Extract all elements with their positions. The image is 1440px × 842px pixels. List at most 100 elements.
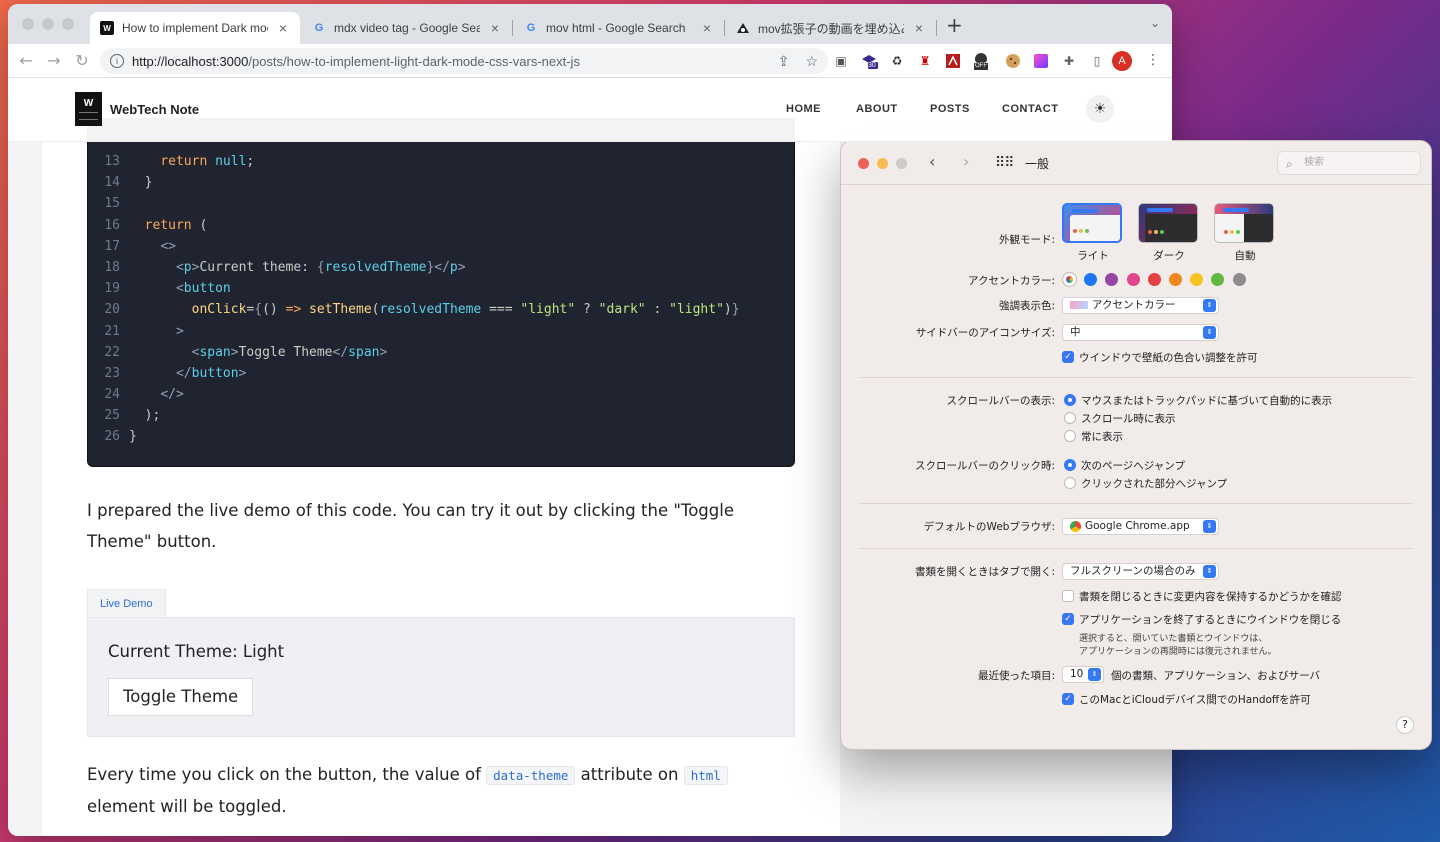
sidebar-icon-size-popup[interactable]: 中 ⇕ — [1062, 324, 1219, 341]
camera-extension-icon[interactable]: ▣ — [832, 52, 850, 70]
jump-clicked-spot-radio[interactable] — [1064, 477, 1076, 489]
accent-swatch[interactable] — [1147, 273, 1161, 286]
code-line: 14 } — [88, 172, 794, 193]
tab-separator — [724, 20, 725, 36]
off-extension-icon[interactable]: OFF — [972, 52, 990, 70]
back-icon[interactable]: ← — [16, 51, 36, 70]
divider — [859, 377, 1413, 378]
jump-next-page-radio[interactable] — [1064, 459, 1076, 471]
reload-icon[interactable]: ↻ — [72, 51, 92, 70]
cookie-extension-icon[interactable] — [1004, 52, 1022, 70]
default-browser-value: Google Chrome.app — [1085, 520, 1190, 532]
para2-text-c: element will be toggled. — [87, 797, 287, 816]
line-code: <button — [175, 281, 231, 297]
site-header: W WebTech Note HOME ABOUT POSTS CONTACT … — [8, 78, 1172, 142]
site-info-icon[interactable]: i — [110, 54, 124, 68]
live-demo-tab[interactable]: Live Demo — [87, 589, 166, 617]
close-tab-icon[interactable]: × — [700, 20, 714, 36]
tab-search-chevron-icon[interactable]: ⌄ — [1150, 16, 1160, 30]
line-number: 19 — [104, 281, 120, 297]
close-window-button[interactable] — [22, 18, 34, 30]
tab-mov-embed[interactable]: mov拡張子の動画を埋め込み再生す × — [726, 12, 936, 44]
appearance-dark[interactable]: ダーク — [1138, 203, 1200, 263]
accent-swatch[interactable] — [1211, 273, 1225, 286]
theme-toggle-sun-icon[interactable]: ☀ — [1086, 95, 1114, 123]
tab-mov-html[interactable]: G mov html - Google Search × — [514, 12, 724, 44]
prefs-back-icon[interactable]: ‹ — [929, 152, 935, 171]
window-controls — [22, 18, 74, 30]
close-tab-icon[interactable]: × — [276, 20, 290, 36]
nav-about[interactable]: ABOUT — [856, 103, 898, 115]
appearance-light[interactable]: ライト — [1062, 203, 1124, 263]
prefs-search-input[interactable]: ⌕ 検索 — [1277, 151, 1421, 175]
divider — [859, 503, 1413, 504]
help-button[interactable]: ? — [1396, 716, 1414, 734]
code-line: 20 onClick={() => setTheme(resolvedTheme… — [88, 299, 794, 320]
toggle-theme-button[interactable]: Toggle Theme — [108, 678, 254, 716]
line-code: } — [129, 175, 153, 191]
ask-keep-changes-checkbox[interactable] — [1062, 590, 1074, 602]
divider — [859, 548, 1413, 549]
appearance-light-label: ライト — [1077, 250, 1109, 262]
site-name[interactable]: WebTech Note — [110, 102, 199, 117]
recycle-extension-icon[interactable]: ♻ — [888, 52, 906, 70]
pdf-extension-icon[interactable] — [944, 52, 962, 70]
bookmark-star-icon[interactable]: ☆ — [805, 53, 818, 70]
google-favicon-icon: G — [314, 22, 324, 34]
address-bar[interactable]: i http://localhost:3000/posts/how-to-imp… — [100, 48, 828, 74]
appearance-auto-label: 自動 — [1234, 250, 1256, 262]
pepper-extension-icon[interactable]: ♜ — [916, 52, 934, 70]
show-all-grid-icon[interactable]: ⠿⠿ — [995, 155, 1014, 171]
scrollbar-when-scrolling-radio[interactable] — [1064, 412, 1076, 424]
code-line: 17 <> — [88, 236, 794, 257]
handoff-label: このMacとiCloudデバイス間でのHandoffを許可 — [1079, 694, 1311, 706]
prefs-close-button[interactable] — [858, 158, 869, 169]
prefs-zoom-button[interactable] — [896, 158, 907, 169]
site-logo[interactable]: W — [75, 92, 102, 126]
accent-swatch[interactable] — [1105, 273, 1119, 286]
new-tab-icon[interactable]: + — [946, 15, 963, 35]
recent-items-popup[interactable]: 10 ⇕ — [1062, 666, 1104, 683]
close-tab-icon[interactable]: × — [488, 20, 502, 36]
scrollbar-auto-radio[interactable] — [1064, 394, 1076, 406]
profile-avatar[interactable]: A — [1112, 51, 1132, 71]
wallpaper-tint-checkbox[interactable]: ✓ — [1062, 351, 1074, 363]
prefs-title: 一般 — [1025, 157, 1050, 171]
tab-title: mdx video tag - Google Search — [334, 21, 480, 35]
prefer-tabs-popup[interactable]: フルスクリーンの場合のみ ⇕ — [1062, 563, 1219, 580]
code-line: 23 </button> — [88, 363, 794, 384]
browser-menu-icon[interactable]: ⋮ — [1146, 52, 1160, 68]
nav-contact[interactable]: CONTACT — [1002, 103, 1058, 115]
zoom-window-button[interactable] — [62, 18, 74, 30]
tab-dark-mode[interactable]: W How to implement Dark mode w × — [90, 12, 300, 44]
gradient-extension-icon[interactable] — [1032, 52, 1050, 70]
accent-swatch[interactable] — [1126, 273, 1140, 286]
accent-swatch[interactable] — [1084, 273, 1098, 286]
handoff-checkbox[interactable]: ✓ — [1062, 693, 1074, 705]
share-icon[interactable]: ⇪ — [778, 53, 790, 70]
nav-home[interactable]: HOME — [786, 103, 821, 115]
default-browser-popup[interactable]: Google Chrome.app ⇕ — [1062, 518, 1219, 535]
line-number: 15 — [104, 196, 120, 212]
forward-icon[interactable]: → — [44, 51, 64, 70]
tab-mdx-video[interactable]: G mdx video tag - Google Search × — [302, 12, 512, 44]
appearance-auto[interactable]: 自動 — [1214, 203, 1276, 263]
scrollbar-always-radio[interactable] — [1064, 430, 1076, 442]
badge-extension-icon[interactable]: 30 — [860, 52, 878, 70]
nav-posts[interactable]: POSTS — [930, 103, 970, 115]
accent-swatch[interactable] — [1063, 273, 1076, 286]
extensions-puzzle-icon[interactable]: ✚ — [1060, 52, 1078, 70]
prefs-forward-icon[interactable]: › — [963, 152, 969, 171]
highlight-color-popup[interactable]: アクセントカラー ⇕ — [1062, 297, 1219, 314]
accent-swatch[interactable] — [1232, 273, 1246, 286]
site-favicon-icon — [736, 21, 750, 35]
prefs-minimize-button[interactable] — [877, 158, 888, 169]
accent-swatch[interactable] — [1169, 273, 1182, 286]
code-line: 18 <p>Current theme: {resolvedTheme}</p> — [88, 257, 794, 278]
tab-separator — [512, 20, 513, 36]
close-windows-checkbox[interactable]: ✓ — [1062, 613, 1074, 625]
accent-swatch[interactable] — [1190, 273, 1204, 286]
minimize-window-button[interactable] — [42, 18, 54, 30]
close-tab-icon[interactable]: × — [912, 20, 926, 36]
side-panel-icon[interactable]: ▯ — [1088, 52, 1106, 70]
